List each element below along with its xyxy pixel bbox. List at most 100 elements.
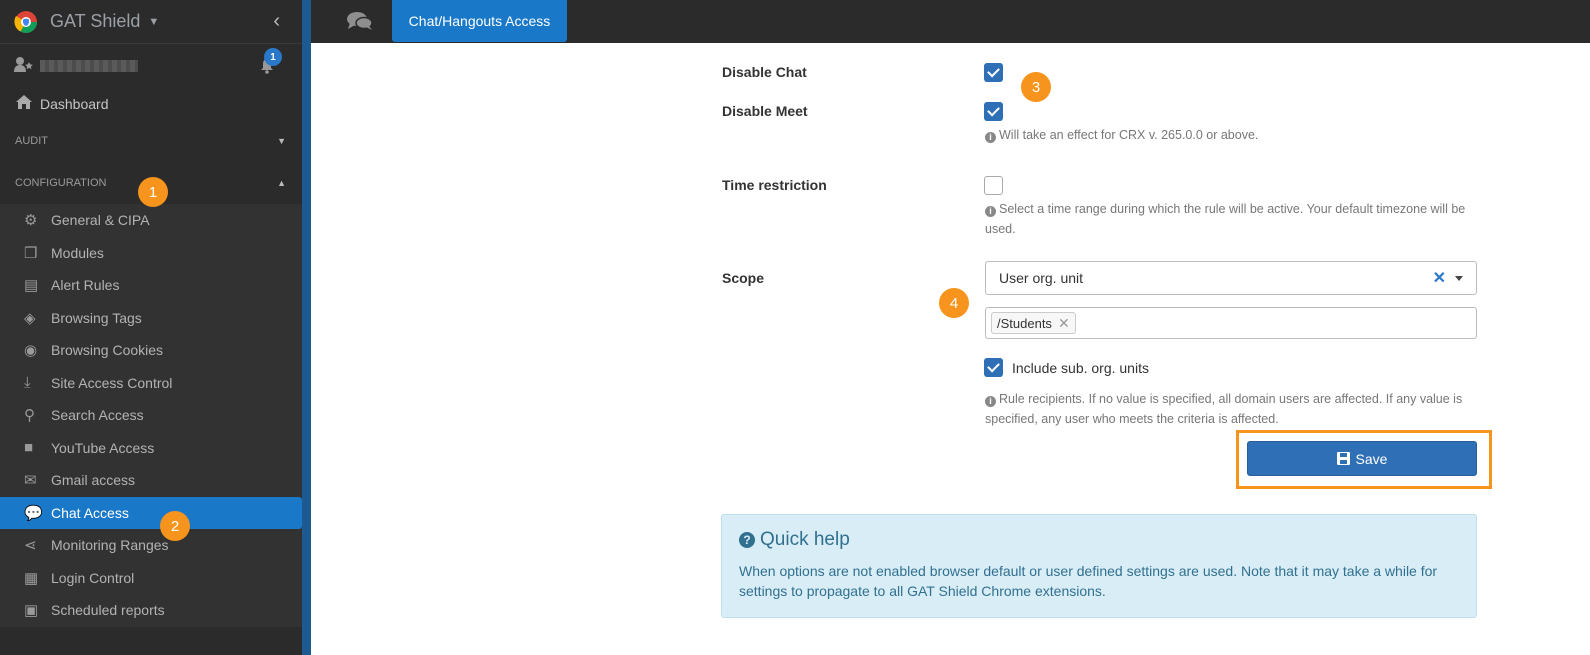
info-icon: i: [985, 132, 996, 143]
sidebar-item-browsing-tags[interactable]: ◈ Browsing Tags: [0, 302, 302, 335]
sidebar-item-dashboard[interactable]: Dashboard: [0, 88, 302, 120]
document-icon: ▤: [24, 277, 39, 295]
sidebar-item-label: Browsing Cookies: [51, 342, 164, 359]
tag-label: /Students: [997, 315, 1052, 331]
sidebar-item-chat-access[interactable]: 💬 Chat Access: [0, 496, 302, 529]
notification-badge[interactable]: 1: [264, 48, 282, 66]
sidebar-item-label: Search Access: [51, 407, 144, 424]
sidebar-item-monitoring-ranges[interactable]: ⋖ Monitoring Ranges: [0, 529, 302, 562]
scope-hint-text: Rule recipients. If no value is specifie…: [985, 392, 1463, 426]
time-restriction-checkbox[interactable]: [984, 176, 1003, 195]
share-icon: ⋖: [24, 537, 37, 555]
disable-chat-checkbox[interactable]: [984, 63, 1003, 82]
scope-select-value: User org. unit: [999, 270, 1084, 286]
question-icon: ?: [739, 532, 755, 548]
brand-name[interactable]: GAT Shield: [50, 11, 140, 32]
info-icon: i: [985, 396, 996, 407]
brand-bar: GAT Shield ▼ ‹: [0, 0, 302, 44]
sidebar-item-label: Browsing Tags: [51, 309, 142, 326]
cubes-icon: ❒: [24, 244, 38, 262]
user-star-icon: [14, 56, 40, 77]
time-hint-text: Select a time range during which the rul…: [985, 202, 1466, 236]
quick-help-title: ? Quick help: [739, 529, 850, 551]
callout-1: 1: [138, 177, 168, 207]
disable-meet-checkbox[interactable]: [984, 102, 1003, 121]
disable-chat-label: Disable Chat: [722, 64, 807, 80]
cookie-icon: ◉: [24, 342, 38, 360]
time-hint: i Select a time range during which the ru…: [985, 199, 1475, 239]
sidebar-item-general-cipa[interactable]: ⚙ General & CIPA: [0, 204, 302, 237]
sidebar-item-label: Monitoring Ranges: [51, 537, 169, 554]
sidebar-item-label: Scheduled reports: [51, 602, 165, 619]
time-restriction-label: Time restriction: [722, 177, 827, 193]
remove-tag-icon[interactable]: ✕: [1058, 315, 1070, 332]
search-gear-icon: ⚲: [24, 407, 35, 425]
gears-icon: ⚙: [24, 212, 38, 230]
sidebar-item-label: YouTube Access: [51, 439, 155, 456]
gat-shield-logo-icon: [14, 10, 37, 33]
sidebar-item-gmail-access[interactable]: ✉ Gmail access: [0, 464, 302, 497]
sidebar-item-site-access-control[interactable]: ⤓ Site Access Control: [0, 367, 302, 400]
tab-chat-hangouts-access[interactable]: Chat/Hangouts Access: [392, 0, 567, 42]
include-sub-units-label: Include sub. org. units: [1012, 360, 1149, 376]
sidebar-item-search-access[interactable]: ⚲ Search Access: [0, 399, 302, 432]
sidebar-item-label: Chat Access: [51, 504, 129, 521]
download-icon: ⤓: [24, 374, 31, 392]
collapse-sidebar-icon[interactable]: ‹: [273, 10, 280, 33]
brand-dropdown-icon[interactable]: ▼: [148, 16, 159, 28]
chevron-down-icon: ▼: [277, 136, 286, 146]
calendar-icon: ▣: [24, 602, 39, 620]
meet-hint: i Will take an effect for CRX v. 265.0.0 …: [985, 125, 1258, 145]
callout-3: 3: [1021, 72, 1051, 102]
meet-hint-text: Will take an effect for CRX v. 265.0.0 o…: [999, 128, 1259, 142]
save-button[interactable]: Save: [1247, 441, 1477, 476]
sidebar-item-label: Modules: [51, 244, 104, 261]
quick-help-title-text: Quick help: [760, 529, 850, 550]
configuration-submenu: ⚙ General & CIPA ❒ Modules ▤ Alert Rules ◈ B…: [0, 204, 302, 627]
sidebar-item-label: Alert Rules: [51, 277, 120, 294]
envelope-icon: ✉: [24, 472, 37, 490]
include-sub-units-checkbox[interactable]: [984, 358, 1003, 377]
quick-help-panel: ? Quick help When options are not enable…: [721, 514, 1477, 618]
floppy-disk-icon: [1336, 452, 1350, 465]
video-icon: ■: [24, 439, 34, 457]
chat-icon[interactable]: [347, 11, 373, 36]
sidebar-item-youtube-access[interactable]: ■ YouTube Access: [0, 432, 302, 465]
scope-hint: i Rule recipients. If no value is specifi…: [985, 389, 1475, 429]
sidebar-item-modules[interactable]: ❒ Modules: [0, 237, 302, 270]
save-button-label: Save: [1355, 450, 1388, 467]
user-row: 1: [0, 44, 302, 88]
home-icon: [16, 95, 40, 113]
callout-2: 2: [160, 511, 190, 541]
sidebar-item-browsing-cookies[interactable]: ◉ Browsing Cookies: [0, 334, 302, 367]
quick-help-body: When options are not enabled browser def…: [739, 563, 1438, 599]
sidebar-item-scheduled-reports[interactable]: ▣ Scheduled reports: [0, 594, 302, 627]
chevron-up-icon: ▲: [277, 178, 286, 188]
sidebar-item-alert-rules[interactable]: ▤ Alert Rules: [0, 269, 302, 302]
sidebar-item-label: Site Access Control: [51, 374, 173, 391]
section-label: AUDIT: [15, 135, 48, 147]
scope-select[interactable]: User org. unit ✕: [985, 261, 1477, 295]
org-unit-tag-input[interactable]: /Students ✕: [985, 307, 1477, 339]
chat-icon: 💬: [24, 504, 43, 522]
chevron-down-icon[interactable]: [1455, 276, 1463, 281]
sidebar-item-label: Dashboard: [40, 96, 109, 112]
sidebar-divider: [302, 0, 311, 655]
sidebar: GAT Shield ▼ ‹ 1 Dashboard AUDIT ▼ CONFI…: [0, 0, 302, 655]
top-bar: Chat/Hangouts Access: [311, 0, 1590, 43]
sidebar-item-label: Gmail access: [51, 472, 136, 489]
org-unit-tag: /Students ✕: [991, 312, 1076, 334]
user-name-blurred[interactable]: [40, 60, 138, 72]
sidebar-section-audit[interactable]: AUDIT ▼: [0, 120, 302, 162]
info-icon: i: [985, 206, 996, 217]
sidebar-item-label: General & CIPA: [51, 212, 150, 229]
section-label: CONFIGURATION: [15, 177, 107, 189]
disable-meet-label: Disable Meet: [722, 103, 808, 119]
sidebar-item-login-control[interactable]: ▦ Login Control: [0, 562, 302, 595]
sidebar-item-label: Login Control: [51, 569, 135, 586]
callout-4: 4: [939, 288, 969, 318]
building-icon: ▦: [24, 569, 39, 587]
clear-icon[interactable]: ✕: [1433, 268, 1446, 288]
scope-label: Scope: [722, 270, 765, 286]
tags-icon: ◈: [24, 309, 36, 327]
